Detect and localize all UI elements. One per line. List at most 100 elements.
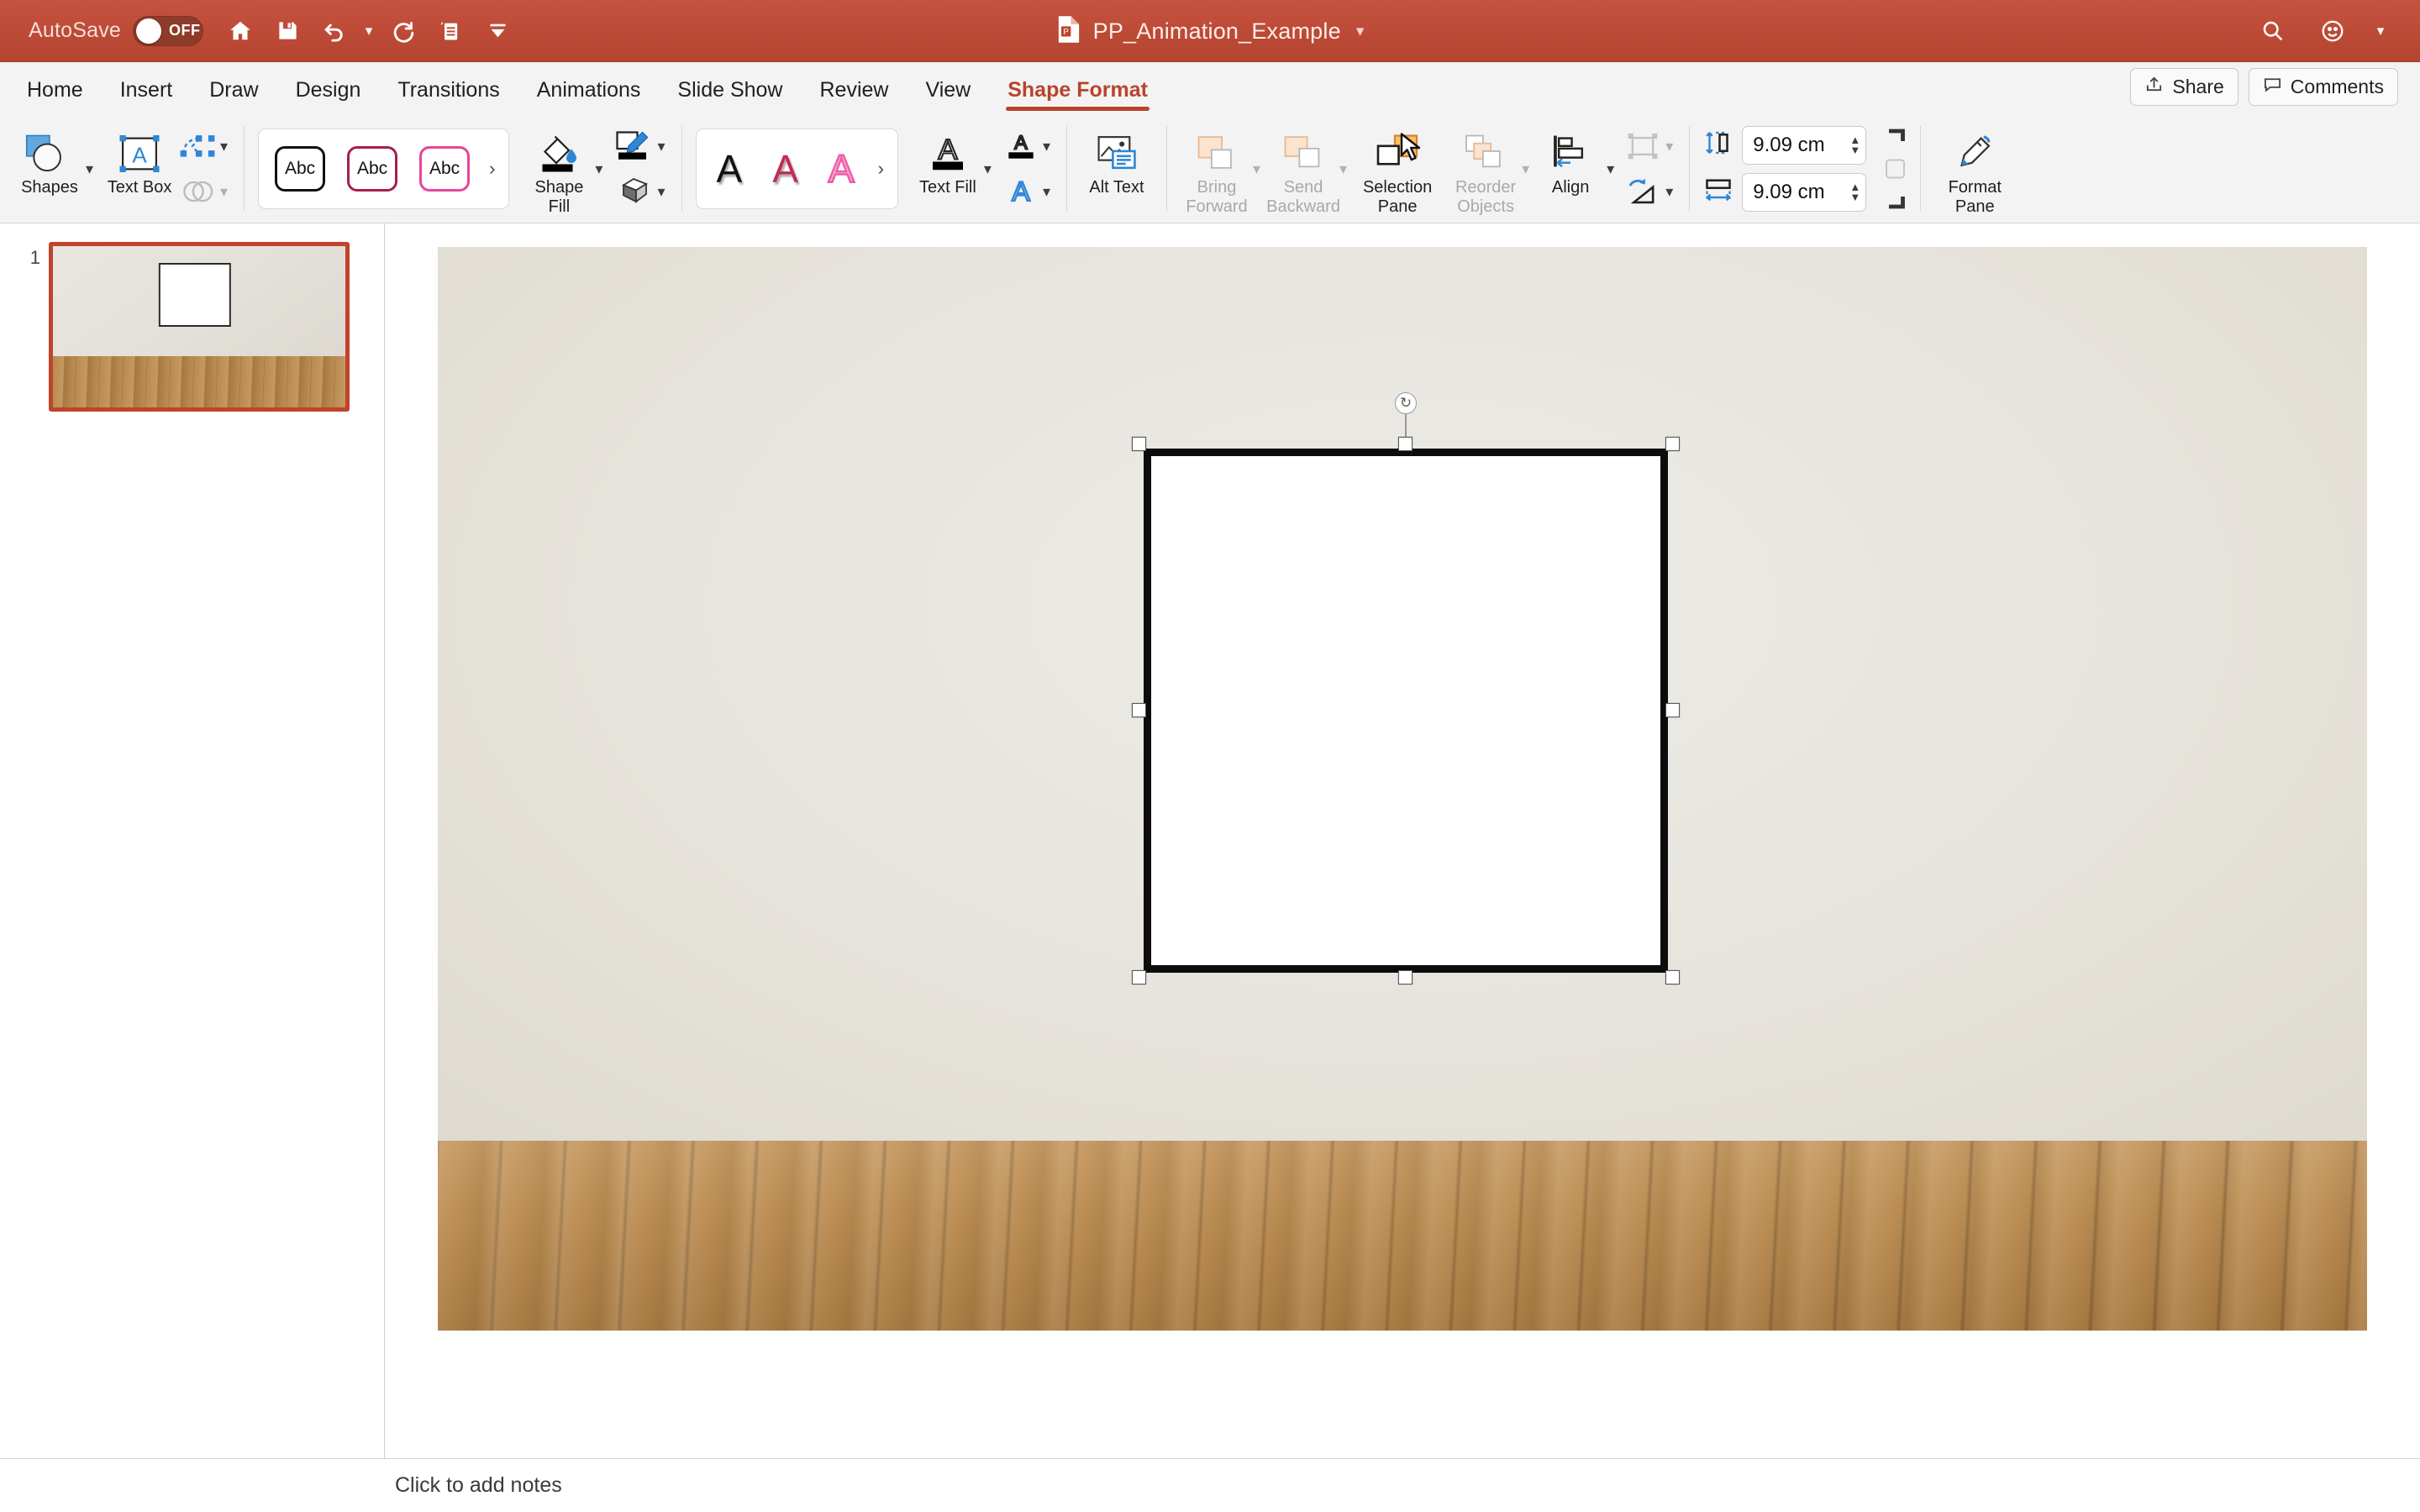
title-chevron-down-icon[interactable]: ▾ bbox=[1356, 22, 1365, 41]
tab-transitions[interactable]: Transitions bbox=[379, 78, 518, 114]
slide-thumbnail-item-1[interactable]: 1 bbox=[0, 242, 384, 412]
send-backward-chevron-down-icon[interactable]: ▾ bbox=[1339, 161, 1347, 176]
slide-thumbnails-panel[interactable]: 1 bbox=[0, 223, 385, 1458]
size-dialog-launcher[interactable] bbox=[1876, 121, 1907, 217]
slide-thumbnail-1[interactable] bbox=[49, 242, 350, 412]
text-outline-button[interactable]: A ▾ bbox=[1000, 125, 1053, 167]
rotate-objects-chevron-down-icon[interactable]: ▾ bbox=[1665, 184, 1673, 199]
tab-review[interactable]: Review bbox=[801, 78, 907, 114]
shape-styles-more-icon[interactable]: › bbox=[481, 158, 503, 180]
text-fill-chevron-down-icon[interactable]: ▾ bbox=[984, 161, 992, 176]
wordart-styles-gallery[interactable]: A A A › bbox=[695, 128, 898, 209]
align-button[interactable]: Align bbox=[1534, 121, 1607, 217]
shape-width-stepper[interactable]: ▲ ▼ bbox=[1849, 181, 1860, 202]
comments-button[interactable]: Comments bbox=[2248, 68, 2398, 106]
text-effects-button[interactable]: A ▾ bbox=[1000, 171, 1053, 213]
rotate-objects-button[interactable]: ▾ bbox=[1621, 171, 1676, 213]
tab-shape-format[interactable]: Shape Format bbox=[989, 78, 1166, 114]
resize-handle-bottom-left[interactable] bbox=[1132, 970, 1146, 984]
resize-handle-middle-left[interactable] bbox=[1132, 703, 1146, 717]
resize-handle-top-center[interactable] bbox=[1398, 437, 1413, 451]
tab-insert[interactable]: Insert bbox=[102, 78, 192, 114]
resize-handle-bottom-right[interactable] bbox=[1665, 970, 1680, 984]
tab-view[interactable]: View bbox=[907, 78, 989, 114]
format-pane-button[interactable]: Format Pane bbox=[1934, 121, 2015, 217]
tab-animations[interactable]: Animations bbox=[518, 78, 660, 114]
wordart-style-thumb-1[interactable]: A bbox=[702, 150, 758, 188]
rotate-handle-icon[interactable]: ↻ bbox=[1395, 392, 1417, 414]
edit-points-button[interactable]: ▾ bbox=[176, 125, 230, 167]
shape-style-thumb-2[interactable]: Abc bbox=[342, 141, 402, 197]
text-outline-chevron-down-icon[interactable]: ▾ bbox=[1043, 139, 1050, 154]
wordart-style-thumb-2[interactable]: A bbox=[757, 150, 813, 188]
reorder-objects-button[interactable]: Reorder Objects bbox=[1449, 121, 1522, 217]
resize-handle-bottom-center[interactable] bbox=[1398, 970, 1413, 984]
redo-icon[interactable] bbox=[380, 8, 427, 55]
selected-shape[interactable]: ↻ bbox=[1132, 392, 1680, 984]
align-chevron-down-icon[interactable]: ▾ bbox=[1607, 161, 1614, 176]
resize-handle-top-right[interactable] bbox=[1665, 437, 1680, 451]
shape-fill-button[interactable]: Shape Fill bbox=[523, 121, 595, 217]
wordart-style-thumb-3[interactable]: A bbox=[813, 148, 870, 189]
tab-design[interactable]: Design bbox=[277, 78, 380, 114]
wordart-styles-more-icon[interactable]: › bbox=[870, 158, 892, 180]
height-icon bbox=[1703, 129, 1733, 161]
undo-dropdown-caret[interactable]: ▾ bbox=[358, 23, 380, 39]
reorder-objects-chevron-down-icon[interactable]: ▾ bbox=[1522, 161, 1529, 176]
shape-effects-chevron-down-icon[interactable]: ▾ bbox=[657, 184, 665, 199]
ribbon-group-arrange: Bring Forward ▾ Send Backward ▾ Selectio… bbox=[1174, 114, 1682, 223]
text-effects-chevron-down-icon[interactable]: ▾ bbox=[1043, 184, 1050, 199]
edit-points-chevron-down-icon[interactable]: ▾ bbox=[220, 139, 228, 154]
account-chevron-down-icon[interactable]: ▾ bbox=[2370, 23, 2391, 39]
paste-icon[interactable] bbox=[427, 8, 474, 55]
group-objects-chevron-down-icon[interactable]: ▾ bbox=[1665, 139, 1673, 154]
text-box-label: Text Box bbox=[107, 177, 172, 197]
tab-home[interactable]: Home bbox=[8, 78, 102, 114]
autosave-toggle[interactable]: OFF bbox=[133, 15, 204, 46]
tab-draw[interactable]: Draw bbox=[191, 78, 276, 114]
ribbon-group-accessibility: Alt Text bbox=[1074, 114, 1160, 223]
group-objects-button[interactable]: ▾ bbox=[1621, 125, 1676, 167]
slide-canvas[interactable]: ↻ bbox=[438, 247, 2367, 1331]
text-fill-button[interactable]: A Text Fill bbox=[912, 121, 984, 217]
shapes-chevron-down-icon[interactable]: ▾ bbox=[86, 161, 93, 176]
notes-pane[interactable]: Click to add notes bbox=[0, 1458, 2420, 1512]
search-icon[interactable] bbox=[2249, 8, 2296, 55]
shapes-button[interactable]: Shapes bbox=[13, 121, 86, 217]
shape-width-input[interactable]: 9.09 cm ▲ ▼ bbox=[1742, 172, 1867, 212]
tab-slide-show[interactable]: Slide Show bbox=[659, 78, 801, 114]
merge-shapes-chevron-down-icon[interactable]: ▾ bbox=[220, 184, 228, 199]
shape-style-thumb-3[interactable]: Abc bbox=[414, 141, 475, 197]
shape-height-input[interactable]: 9.09 cm ▲ ▼ bbox=[1742, 125, 1867, 165]
format-pane-label: Format Pane bbox=[1948, 177, 2002, 216]
shape-styles-gallery[interactable]: Abc Abc Abc › bbox=[258, 128, 510, 209]
send-backward-button[interactable]: Send Backward bbox=[1266, 121, 1340, 217]
save-icon[interactable] bbox=[264, 8, 311, 55]
shape-outline-chevron-down-icon[interactable]: ▾ bbox=[657, 139, 665, 154]
text-box-button[interactable]: A Text Box bbox=[103, 121, 176, 217]
slide-canvas-area: ↻ bbox=[385, 223, 2420, 1458]
resize-handle-top-left[interactable] bbox=[1132, 437, 1146, 451]
group-rotate-column: ▾ ▾ bbox=[1621, 121, 1676, 217]
resize-handle-middle-right[interactable] bbox=[1665, 703, 1680, 717]
selection-pane-button[interactable]: Selection Pane bbox=[1354, 121, 1441, 217]
ribbon-tabs-right: Share Comments bbox=[2130, 68, 2420, 114]
account-icon[interactable] bbox=[2309, 8, 2356, 55]
undo-icon[interactable] bbox=[311, 8, 358, 55]
bring-forward-label: Bring Forward bbox=[1186, 177, 1248, 216]
bring-forward-chevron-down-icon[interactable]: ▾ bbox=[1253, 161, 1260, 176]
home-icon[interactable] bbox=[217, 8, 264, 55]
merge-shapes-button[interactable]: ▾ bbox=[176, 171, 230, 213]
share-button[interactable]: Share bbox=[2130, 68, 2238, 106]
customize-toolbar-icon[interactable] bbox=[474, 8, 521, 55]
align-icon bbox=[1548, 126, 1593, 173]
send-backward-label: Send Backward bbox=[1266, 177, 1340, 216]
shape-outline-button[interactable]: ▾ bbox=[611, 125, 667, 167]
shape-effects-button[interactable]: ▾ bbox=[611, 171, 667, 213]
shape-height-stepper[interactable]: ▲ ▼ bbox=[1849, 134, 1860, 155]
shape-style-thumb-1[interactable]: Abc bbox=[270, 141, 330, 197]
alt-text-button[interactable]: Alt Text bbox=[1081, 121, 1153, 217]
rectangle-shape[interactable] bbox=[1144, 449, 1668, 973]
bring-forward-button[interactable]: Bring Forward bbox=[1181, 121, 1253, 217]
shape-fill-chevron-down-icon[interactable]: ▾ bbox=[595, 161, 602, 176]
